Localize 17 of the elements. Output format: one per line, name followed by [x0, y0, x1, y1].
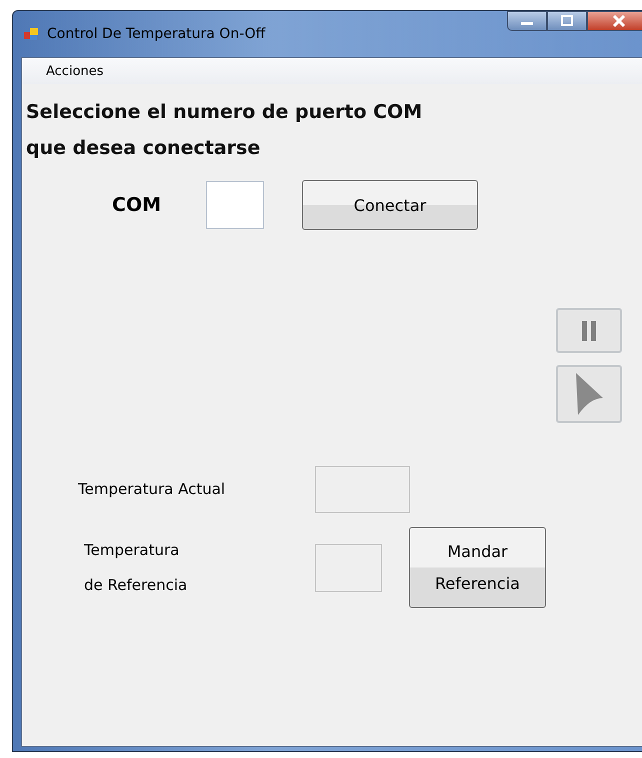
window-title: Control De Temperatura On-Off: [47, 26, 266, 42]
current-temperature-label: Temperatura Actual: [78, 479, 226, 500]
close-button[interactable]: [587, 11, 642, 31]
maximize-button[interactable]: [547, 11, 587, 31]
reference-temperature-label: Temperatura de Referencia: [84, 540, 188, 596]
menu-item[interactable]: Acciones: [38, 64, 112, 78]
send-reference-button[interactable]: Mandar Referencia: [409, 527, 546, 608]
maximize-icon: [560, 15, 574, 27]
pause-icon: [580, 320, 598, 342]
minimize-button[interactable]: [507, 11, 547, 31]
play-icon: [574, 372, 604, 416]
connect-button[interactable]: Conectar: [302, 180, 478, 230]
com-port-field[interactable]: [206, 181, 264, 229]
com-label: COM: [112, 194, 162, 216]
app-icon: [23, 26, 39, 42]
close-icon: [612, 15, 626, 27]
instruction-text: Seleccione el numero de puerto COM que desea conectarse: [26, 100, 424, 161]
